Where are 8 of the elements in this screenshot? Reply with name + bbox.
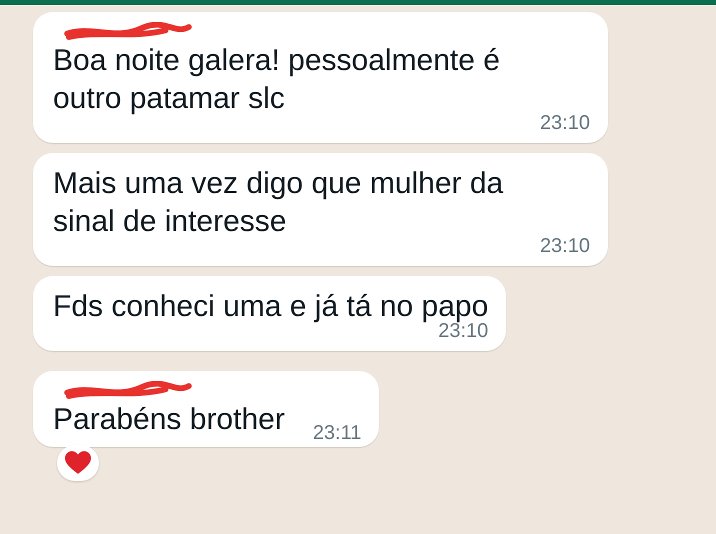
message-text: Mais uma vez digo que mulher da sinal de interesse bbox=[53, 166, 504, 240]
message-time: 23:10 bbox=[540, 235, 590, 258]
message-time: 23:11 bbox=[312, 422, 362, 445]
heart-icon bbox=[65, 451, 91, 475]
message-time: 23:10 bbox=[540, 112, 590, 135]
message-text: Parabéns brother bbox=[53, 402, 285, 438]
message-text: Boa noite galera! pessoalmente é outro patamar slc bbox=[53, 43, 501, 117]
message-text: Fds conheci uma e já tá no papo bbox=[53, 289, 488, 323]
